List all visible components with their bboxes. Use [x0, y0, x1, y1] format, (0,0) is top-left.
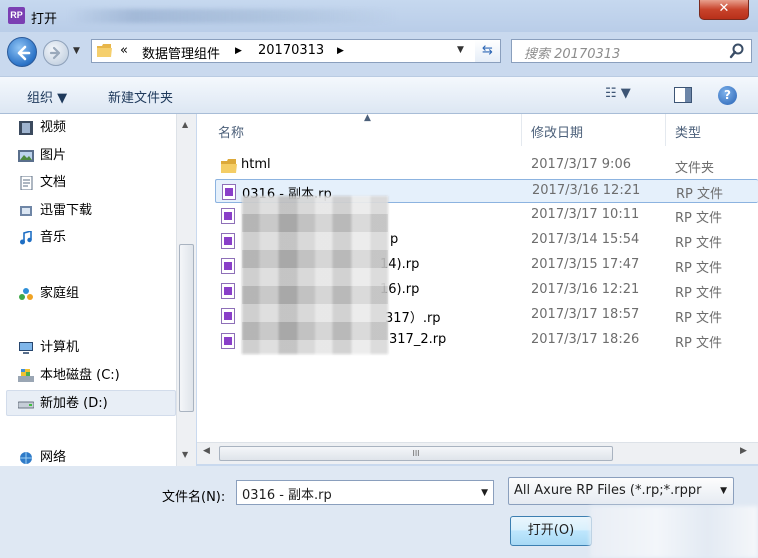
filename-label: 文件名(N): — [162, 490, 226, 505]
breadcrumb-segment[interactable]: 数据管理组件 — [142, 43, 220, 62]
drive-icon — [18, 369, 34, 382]
arrow-left-icon — [17, 45, 31, 61]
column-divider[interactable] — [521, 114, 522, 146]
close-button[interactable]: ✕ — [699, 0, 749, 20]
file-row-folder-html[interactable]: html 2017/3/17 9:06 文件夹 — [215, 154, 758, 178]
refresh-button[interactable]: ⇆ — [475, 39, 501, 63]
nav-item-thunder-downloads[interactable]: 迅雷下载 — [20, 201, 92, 221]
nav-item-new-volume-d[interactable]: 新加卷 (D:) — [18, 394, 108, 414]
filename-value: 0316 - 副本.rp — [242, 488, 332, 503]
filetype-value: All Axure RP Files (*.rp;*.rppr — [514, 483, 702, 498]
nav-item-documents[interactable]: 文档 — [20, 173, 66, 193]
window-title: 打开 — [31, 12, 58, 27]
horizontal-scrollbar[interactable]: ◀ III ▶ — [197, 442, 758, 464]
scrollbar-thumb[interactable]: III — [219, 446, 613, 461]
breadcrumb-segment[interactable]: 20170313 — [258, 43, 324, 58]
redacted-region-overlay — [242, 196, 388, 354]
address-overflow-chevron[interactable]: « — [120, 43, 128, 58]
chevron-down-icon[interactable]: ▼ — [720, 486, 727, 496]
nav-item-videos[interactable]: 视频 — [19, 118, 66, 138]
nav-item-pictures[interactable]: 图片 — [18, 146, 66, 166]
search-input[interactable]: 搜索 20170313 — [511, 39, 752, 63]
column-header-type[interactable]: 类型 — [675, 122, 701, 141]
nav-item-music[interactable]: 音乐 — [20, 228, 66, 248]
homegroup-icon — [19, 288, 33, 300]
picture-icon — [18, 150, 34, 162]
scroll-right-icon[interactable]: ▶ — [740, 446, 747, 456]
nav-item-computer[interactable]: 计算机 — [19, 338, 79, 358]
blurred-button-region — [590, 506, 758, 558]
blurred-title-region — [68, 9, 398, 23]
navigation-pane-scrollbar[interactable]: ▲ ▼ — [176, 114, 196, 466]
command-toolbar: 组织 ▼ 新建文件夹 ☷ ▼ ? — [0, 76, 758, 114]
rp-file-icon — [222, 184, 236, 200]
column-header-date[interactable]: 修改日期 — [531, 122, 583, 141]
recent-locations-dropdown[interactable]: ▼ — [73, 46, 80, 56]
nav-item-homegroup[interactable]: 家庭组 — [19, 284, 79, 304]
rp-file-icon — [221, 308, 235, 324]
preview-pane-icon[interactable] — [674, 87, 692, 103]
music-icon — [20, 231, 32, 245]
network-icon — [20, 452, 32, 464]
breadcrumb-separator-icon[interactable]: ▶ — [337, 46, 344, 56]
scroll-up-icon[interactable]: ▲ — [182, 120, 188, 129]
folder-icon — [97, 44, 112, 57]
view-options-icon[interactable]: ☷ ▼ — [605, 86, 631, 101]
organize-button[interactable]: 组织 ▼ — [27, 87, 67, 106]
title-bar: RP 打开 ✕ — [0, 0, 758, 32]
address-bar[interactable]: « 数据管理组件 ▶ 20170313 ▶ ▼ — [91, 39, 500, 63]
sort-ascending-icon: ▲ — [364, 113, 371, 123]
column-divider[interactable] — [665, 114, 666, 146]
rp-file-icon — [221, 283, 235, 299]
rp-file-icon — [221, 233, 235, 249]
scroll-down-icon[interactable]: ▼ — [182, 450, 188, 459]
filetype-select[interactable]: All Axure RP Files (*.rp;*.rppr ▼ — [508, 477, 734, 505]
folder-icon — [221, 159, 237, 173]
video-icon — [19, 121, 33, 135]
document-icon — [20, 176, 33, 190]
drive-icon — [18, 401, 34, 409]
filename-input[interactable]: 0316 - 副本.rp ▼ — [236, 480, 494, 505]
dialog-footer: 文件名(N): 0316 - 副本.rp ▼ All Axure RP File… — [0, 466, 758, 558]
help-icon[interactable]: ? — [718, 86, 737, 105]
arrow-right-icon — [49, 46, 61, 60]
rp-file-icon — [221, 333, 235, 349]
download-icon — [20, 206, 32, 216]
rp-file-icon — [221, 208, 235, 224]
chevron-down-icon[interactable]: ▼ — [481, 488, 488, 498]
rp-file-icon — [221, 258, 235, 274]
address-dropdown-icon[interactable]: ▼ — [457, 45, 464, 55]
scrollbar-thumb[interactable] — [179, 244, 194, 412]
computer-icon — [19, 342, 33, 354]
scroll-left-icon[interactable]: ◀ — [203, 446, 210, 456]
nav-item-local-disk-c[interactable]: 本地磁盘 (C:) — [18, 366, 120, 386]
back-button[interactable] — [7, 37, 37, 67]
column-header-name[interactable]: 名称 — [218, 122, 244, 141]
new-folder-button[interactable]: 新建文件夹 — [108, 87, 173, 106]
search-placeholder: 搜索 20170313 — [524, 47, 621, 62]
open-button[interactable]: 打开(O) — [510, 516, 592, 546]
breadcrumb-separator-icon[interactable]: ▶ — [235, 46, 242, 56]
axure-app-icon: RP — [8, 7, 25, 24]
forward-button[interactable] — [43, 40, 69, 66]
search-icon[interactable] — [729, 43, 745, 59]
navigation-pane: 视频 图片 文档 迅雷下载 音乐 家庭组 计算机 本地磁盘 (C:) 新加卷 (… — [0, 114, 196, 466]
nav-item-network[interactable]: 网络 — [20, 448, 66, 468]
navigation-bar: ▼ « 数据管理组件 ▶ 20170313 ▶ ▼ ⇆ 搜索 20170313 — [0, 32, 758, 72]
